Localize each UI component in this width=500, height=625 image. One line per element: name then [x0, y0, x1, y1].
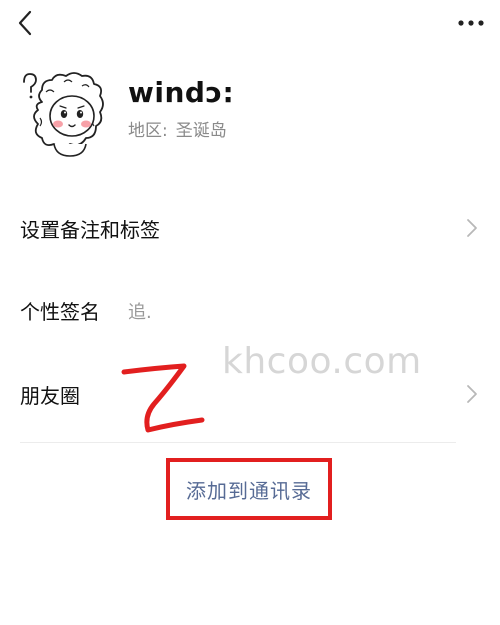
region-label: 地区:: [128, 121, 168, 141]
back-button[interactable]: [12, 8, 42, 38]
row-label: 设置备注和标签: [20, 218, 160, 242]
row-label: 朋友圈: [20, 384, 80, 408]
more-options-button[interactable]: [456, 10, 486, 36]
row-label: 个性签名: [20, 300, 100, 324]
nickname: windɔ:: [128, 76, 235, 109]
signature-value: 追.: [128, 302, 152, 323]
row-set-remark-and-tags[interactable]: 设置备注和标签: [0, 200, 500, 256]
avatar[interactable]: [20, 68, 110, 160]
region-value: 圣诞岛: [175, 121, 227, 141]
row-signature: 个性签名 追.: [0, 282, 500, 338]
add-to-contacts-label: 添加到通讯录: [186, 478, 312, 503]
add-to-contacts-button[interactable]: 添加到通讯录: [166, 458, 332, 520]
chevron-right-icon: [467, 219, 477, 237]
chevron-right-icon: [467, 385, 477, 403]
watermark-text: khcoo.com: [222, 341, 422, 382]
profile-header: windɔ: 地区: 圣诞岛: [0, 60, 500, 170]
more-dots-icon: [458, 20, 484, 26]
red-z-annotation: [121, 363, 205, 433]
top-nav-bar: [0, 0, 500, 50]
divider: [20, 442, 456, 443]
cartoon-sheep-avatar: [23, 72, 104, 157]
region-info: 地区: 圣诞岛: [128, 116, 227, 141]
chevron-left-icon: [18, 10, 32, 36]
